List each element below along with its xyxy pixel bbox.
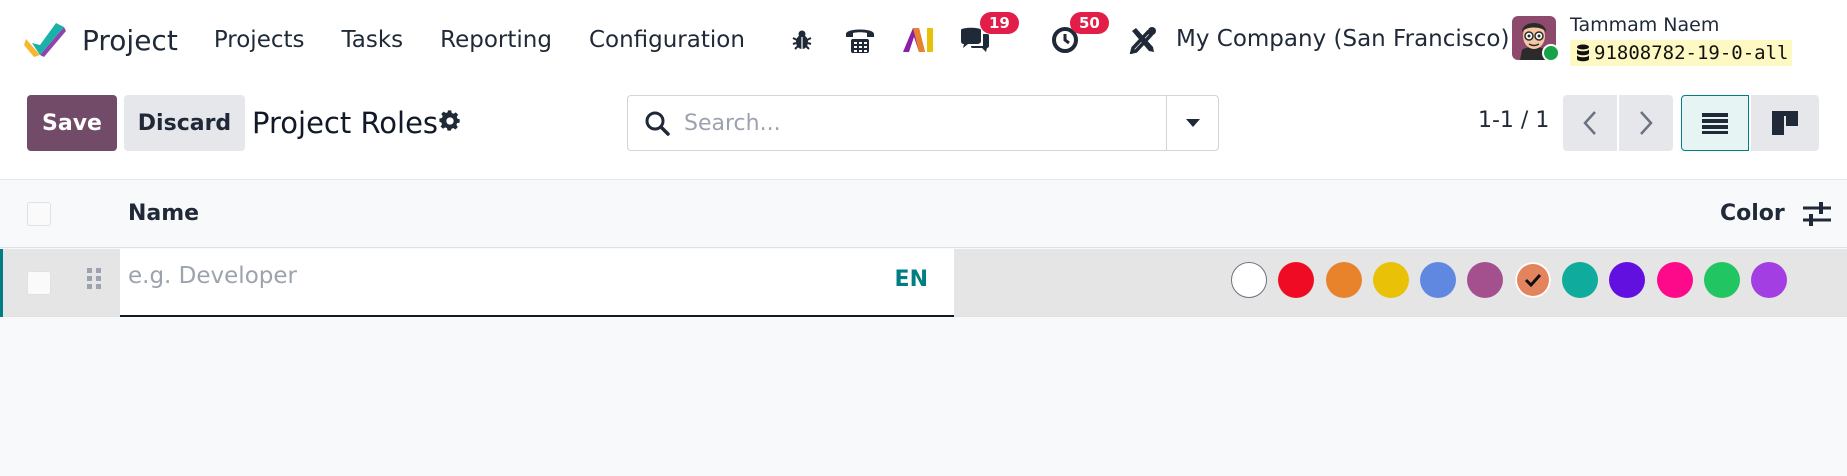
sliders-icon (1803, 202, 1831, 226)
list-view-button[interactable] (1681, 95, 1749, 151)
database-icon (1577, 44, 1589, 62)
bug-icon (792, 30, 812, 50)
systray: 19 50 (786, 0, 1158, 80)
select-all-checkbox[interactable] (27, 202, 51, 226)
color-swatch[interactable] (1372, 262, 1409, 298)
main-menu: Projects Tasks Reporting Configuration (198, 27, 782, 53)
control-panel: Save Discard Project Roles 1-1 / 1 (0, 80, 1847, 180)
app-name: Project (82, 23, 178, 57)
settings-tools-button[interactable] (1128, 20, 1158, 60)
discard-button[interactable]: Discard (124, 95, 245, 151)
column-header-name[interactable]: Name (128, 201, 199, 226)
color-swatch[interactable] (1231, 262, 1267, 298)
color-swatch[interactable] (1703, 262, 1740, 298)
user-info: Tammam Naem 91808782-19-0-all (1570, 14, 1793, 66)
gear-icon (439, 110, 460, 131)
activities-button[interactable]: 50 (1048, 12, 1109, 60)
menu-configuration[interactable]: Configuration (589, 27, 745, 53)
phone-icon (846, 29, 874, 53)
chevron-right-icon (1640, 111, 1653, 135)
avatar (1512, 16, 1560, 62)
user-name: Tammam Naem (1570, 14, 1720, 36)
color-swatch[interactable] (1278, 262, 1315, 298)
table-row: EN (0, 249, 1847, 317)
drag-handle-icon (87, 268, 101, 289)
color-swatch[interactable] (1467, 262, 1504, 298)
search-bar (627, 95, 1219, 151)
color-swatch[interactable] (1420, 262, 1457, 298)
color-picker (1231, 262, 1799, 298)
list-header: Name Color (0, 180, 1847, 248)
online-status-indicator (1542, 44, 1560, 62)
menu-tasks[interactable]: Tasks (342, 27, 404, 53)
list-icon (1702, 113, 1728, 134)
color-swatch[interactable] (1325, 262, 1362, 298)
translation-button[interactable]: EN (895, 267, 928, 292)
menu-reporting[interactable]: Reporting (440, 27, 552, 53)
row-focus-indicator (0, 249, 3, 317)
debug-button[interactable] (786, 20, 818, 60)
search-icon (645, 111, 670, 136)
optional-columns-toggle[interactable] (1803, 201, 1831, 231)
color-swatch[interactable] (1656, 262, 1693, 298)
kanban-icon (1772, 111, 1798, 135)
color-swatch[interactable] (1562, 262, 1599, 298)
color-swatch[interactable] (1751, 262, 1788, 298)
caret-down-icon (1185, 119, 1200, 127)
app-brand[interactable]: Project (24, 23, 198, 57)
database-name: 91808782-19-0-all (1594, 42, 1789, 64)
ai-icon (903, 28, 933, 52)
ai-button[interactable] (902, 20, 936, 60)
name-cell: EN (120, 249, 954, 317)
database-chip: 91808782-19-0-all (1570, 40, 1793, 66)
voip-button[interactable] (840, 20, 880, 60)
company-switcher[interactable]: My Company (San Francisco) (1176, 26, 1509, 52)
messages-count-badge: 19 (980, 12, 1019, 34)
tools-icon (1129, 27, 1156, 54)
messages-button[interactable]: 19 (958, 12, 1019, 60)
menu-projects[interactable]: Projects (214, 27, 305, 53)
name-field[interactable] (128, 263, 848, 289)
chevron-left-icon (1583, 111, 1596, 135)
color-swatch[interactable] (1609, 262, 1646, 298)
kanban-view-button[interactable] (1751, 95, 1819, 151)
save-button[interactable]: Save (27, 95, 117, 151)
checkmark-icon (1524, 273, 1541, 287)
user-menu[interactable]: Tammam Naem 91808782-19-0-all (1512, 14, 1793, 66)
activities-count-badge: 50 (1070, 12, 1109, 34)
top-navbar: Project Projects Tasks Reporting Configu… (0, 0, 1847, 80)
app-logo-icon (24, 23, 66, 57)
row-drag-handle[interactable] (86, 267, 102, 299)
actions-gear-button[interactable] (439, 110, 461, 136)
page-title: Project Roles (252, 106, 439, 140)
pager-value[interactable]: 1-1 / 1 (1478, 108, 1549, 133)
row-select-checkbox[interactable] (27, 271, 51, 295)
color-swatch[interactable] (1514, 262, 1551, 298)
search-input[interactable] (684, 110, 1154, 136)
column-header-color[interactable]: Color (1720, 201, 1785, 226)
pager-previous-button[interactable] (1563, 95, 1617, 151)
search-options-toggle[interactable] (1166, 96, 1218, 150)
pager-next-button[interactable] (1619, 95, 1673, 151)
